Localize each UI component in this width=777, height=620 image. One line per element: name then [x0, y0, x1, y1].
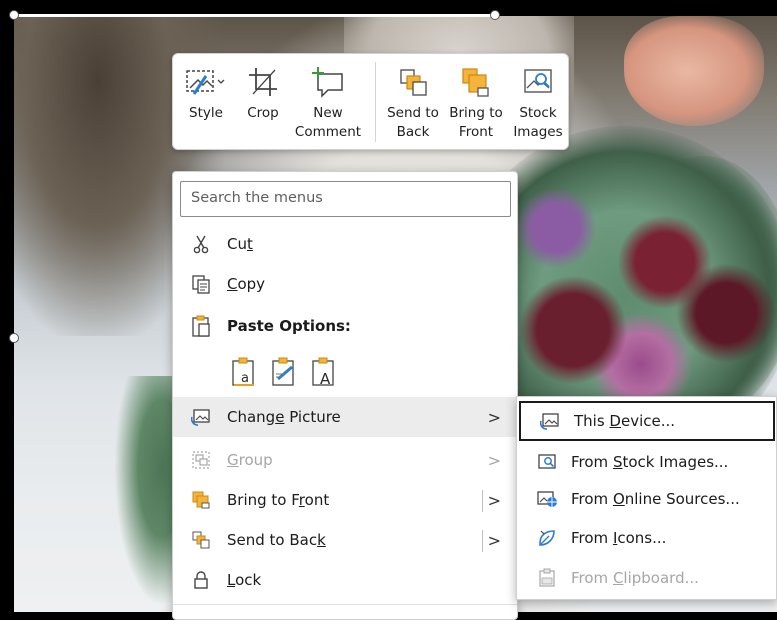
- submenu-item-label: This Device...: [574, 412, 676, 430]
- crop-icon: [241, 60, 285, 104]
- search-menus-input[interactable]: Search the menus: [180, 181, 511, 217]
- send-to-back-button[interactable]: Send to Back: [385, 60, 441, 146]
- resize-handle-top-left[interactable]: [9, 10, 19, 20]
- menu-item-label: Copy: [227, 275, 266, 293]
- clipboard-picture-icon: [536, 567, 558, 589]
- submenu-item-label: From Stock Images...: [571, 453, 729, 471]
- split-divider: [482, 490, 483, 512]
- chevron-right-icon[interactable]: >: [488, 531, 501, 550]
- bring-to-front-button[interactable]: Bring to Front: [445, 60, 507, 146]
- stock-images-icon: [536, 451, 558, 473]
- bring-to-front-icon: [445, 60, 507, 104]
- stock-images-button[interactable]: Stock Images: [511, 60, 565, 146]
- submenu-item-label: From Online Sources...: [571, 490, 740, 508]
- online-sources-icon: [536, 488, 558, 510]
- change-picture-icon: [190, 406, 212, 428]
- menu-item-lock[interactable]: Lock: [173, 560, 517, 600]
- submenu-item-stock-images[interactable]: From Stock Images...: [518, 442, 776, 482]
- submenu-item-label: From Clipboard...: [571, 569, 699, 587]
- menu-item-change-picture[interactable]: Change Picture >: [173, 397, 517, 437]
- resize-handle-top-middle[interactable]: [490, 10, 500, 20]
- copy-icon: [190, 273, 212, 295]
- resize-handle-middle-left[interactable]: [9, 333, 19, 343]
- paste-picture-icon[interactable]: [269, 357, 299, 387]
- menu-separator: [173, 604, 517, 605]
- clipboard-icon: [190, 315, 212, 337]
- split-divider: [482, 530, 483, 552]
- menu-item-send-to-back[interactable]: Send to Back >: [173, 520, 517, 560]
- paste-keep-formatting-icon[interactable]: a: [229, 357, 259, 387]
- this-device-icon: [539, 410, 561, 432]
- menu-item-cut[interactable]: Cut: [173, 224, 517, 264]
- selection-border: [14, 14, 496, 17]
- group-icon: [190, 449, 212, 471]
- icons-icon: [536, 527, 558, 549]
- submenu-item-label: From Icons...: [571, 529, 667, 547]
- svg-text:A: A: [320, 370, 331, 387]
- new-comment-icon: [293, 60, 363, 104]
- send-to-back-icon: [385, 60, 441, 104]
- menu-item-label: Cut: [227, 235, 253, 253]
- svg-text:a: a: [241, 371, 249, 386]
- menu-item-label: Group: [227, 451, 273, 469]
- submenu-item-icons[interactable]: From Icons...: [518, 518, 776, 558]
- send-to-back-icon: [190, 529, 212, 551]
- menu-item-group[interactable]: Group >: [173, 440, 517, 480]
- paste-options-row: a A: [229, 352, 339, 392]
- menu-item-bring-to-front[interactable]: Bring to Front >: [173, 480, 517, 520]
- new-comment-button[interactable]: New Comment: [293, 60, 363, 146]
- menu-item-label: Bring to Front: [227, 491, 330, 509]
- menu-item-label: Send to Back: [227, 531, 326, 549]
- mini-toolbar: Style Crop New Comment Send to Back Brin…: [172, 53, 569, 150]
- toolbar-separator: [375, 62, 376, 142]
- chevron-right-icon[interactable]: >: [488, 491, 501, 510]
- submenu-item-this-device[interactable]: This Device...: [519, 401, 775, 441]
- chevron-right-icon: >: [487, 450, 501, 470]
- change-picture-submenu: This Device... From Stock Images... From…: [516, 396, 777, 600]
- menu-item-label: Change Picture: [227, 408, 341, 426]
- bring-to-front-icon: [190, 489, 212, 511]
- submenu-item-online-sources[interactable]: From Online Sources...: [518, 479, 776, 519]
- chevron-right-icon: >: [487, 407, 501, 427]
- menu-item-copy[interactable]: Copy: [173, 264, 517, 304]
- lock-icon: [190, 569, 212, 591]
- stock-images-icon: [511, 60, 565, 104]
- submenu-item-clipboard[interactable]: From Clipboard...: [518, 558, 776, 598]
- scissors-icon: [190, 233, 212, 255]
- crop-button[interactable]: Crop: [241, 60, 285, 146]
- style-icon: [183, 60, 229, 104]
- paste-text-only-icon[interactable]: A: [309, 357, 339, 387]
- style-button[interactable]: Style: [183, 60, 229, 146]
- menu-item-label: Lock: [227, 571, 262, 589]
- menu-item-paste-options: Paste Options:: [173, 306, 517, 346]
- context-menu: Search the menus Cut Copy Paste Options:…: [172, 171, 518, 620]
